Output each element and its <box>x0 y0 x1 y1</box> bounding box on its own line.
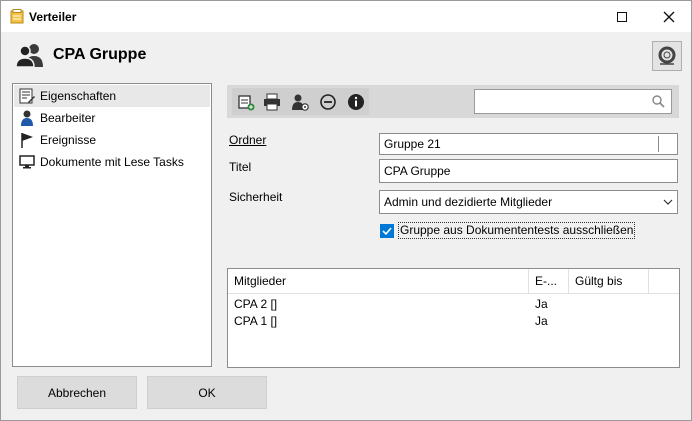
chevron-down-icon <box>663 191 673 221</box>
maximize-button[interactable] <box>599 1 645 32</box>
table-row[interactable]: CPA 1 [] Ja <box>228 312 679 330</box>
column-header-e[interactable]: E-... <box>529 269 569 294</box>
group-icon <box>15 42 45 68</box>
search-input[interactable] <box>479 92 649 111</box>
titel-label: Titel <box>229 160 252 174</box>
properties-icon <box>18 88 36 104</box>
close-button[interactable] <box>646 1 692 32</box>
user-settings-icon <box>292 94 309 111</box>
field-separator <box>658 136 659 152</box>
dialog-window: Verteiler CPA Gruppe Eigenschaften Bearb… <box>0 0 692 421</box>
table-row[interactable]: CPA 2 [] Ja <box>228 295 679 313</box>
remove-icon <box>320 94 336 110</box>
info-button[interactable] <box>343 90 369 114</box>
nav-item-label: Ereignisse <box>40 133 97 147</box>
search-box <box>474 89 672 114</box>
print-button[interactable] <box>259 90 285 114</box>
navigation-panel: Eigenschaften Bearbeiter Ereignisse Doku… <box>12 83 212 367</box>
ordner-value: Gruppe 21 <box>384 137 441 151</box>
nav-item-label: Eigenschaften <box>40 89 117 103</box>
window-title: Verteiler <box>29 10 77 24</box>
remove-button[interactable] <box>315 90 341 114</box>
table-header: Mitglieder E-... Gültg bis <box>228 269 679 294</box>
checkmark-icon <box>382 226 392 235</box>
column-header-mitglieder[interactable]: Mitglieder <box>228 269 529 294</box>
ordner-label[interactable]: Ordner <box>229 133 266 147</box>
title-bar: Verteiler <box>1 1 691 32</box>
exclude-checkbox[interactable] <box>380 223 394 238</box>
members-table: Mitglieder E-... Gültg bis CPA 2 [] Ja C… <box>227 268 680 368</box>
titel-value: CPA Gruppe <box>384 164 451 178</box>
maximize-icon <box>617 11 627 22</box>
user-settings-button[interactable] <box>287 90 313 114</box>
ordner-field[interactable]: Gruppe 21 <box>379 133 678 155</box>
member-valid <box>569 295 575 313</box>
nav-item-bearbeiter[interactable]: Bearbeiter <box>14 107 210 129</box>
info-icon <box>348 94 364 110</box>
column-header-gueltig-bis[interactable]: Gültg bis <box>569 269 649 294</box>
page-title: CPA Gruppe <box>53 46 147 63</box>
nav-item-label: Dokumente mit Lese Tasks <box>40 155 184 169</box>
search-icon[interactable] <box>652 95 665 111</box>
toolbar <box>227 85 679 118</box>
help-button[interactable] <box>652 41 682 71</box>
flag-icon <box>18 132 36 148</box>
cancel-button[interactable]: Abbrechen <box>17 376 137 409</box>
nav-item-dokumente[interactable]: Dokumente mit Lese Tasks <box>14 151 210 173</box>
user-icon <box>18 110 36 126</box>
nav-item-label: Bearbeiter <box>40 111 96 125</box>
nav-item-ereignisse[interactable]: Ereignisse <box>14 129 210 151</box>
exclude-checkbox-row[interactable]: Gruppe aus Dokumententests ausschließen <box>380 222 636 239</box>
app-icon <box>10 9 24 24</box>
ok-button[interactable]: OK <box>147 376 267 409</box>
member-name: CPA 2 [] <box>234 297 278 311</box>
close-icon <box>663 11 675 22</box>
member-e: Ja <box>535 297 548 311</box>
monitor-icon <box>18 154 36 170</box>
document-add-icon <box>238 95 255 111</box>
member-name: CPA 1 [] <box>234 314 278 328</box>
titel-field[interactable]: CPA Gruppe <box>379 159 678 183</box>
exclude-checkbox-label[interactable]: Gruppe aus Dokumententests ausschließen <box>398 222 636 239</box>
sicherheit-label: Sicherheit <box>229 190 283 204</box>
lifebuoy-icon <box>658 46 676 65</box>
print-icon <box>264 93 280 111</box>
sicherheit-select[interactable]: Admin und dezidierte Mitglieder <box>379 190 678 214</box>
member-valid <box>569 312 575 330</box>
add-document-button[interactable] <box>233 90 259 114</box>
member-e: Ja <box>535 314 548 328</box>
nav-item-eigenschaften[interactable]: Eigenschaften <box>14 85 210 107</box>
sicherheit-value: Admin und dezidierte Mitglieder <box>384 195 553 209</box>
